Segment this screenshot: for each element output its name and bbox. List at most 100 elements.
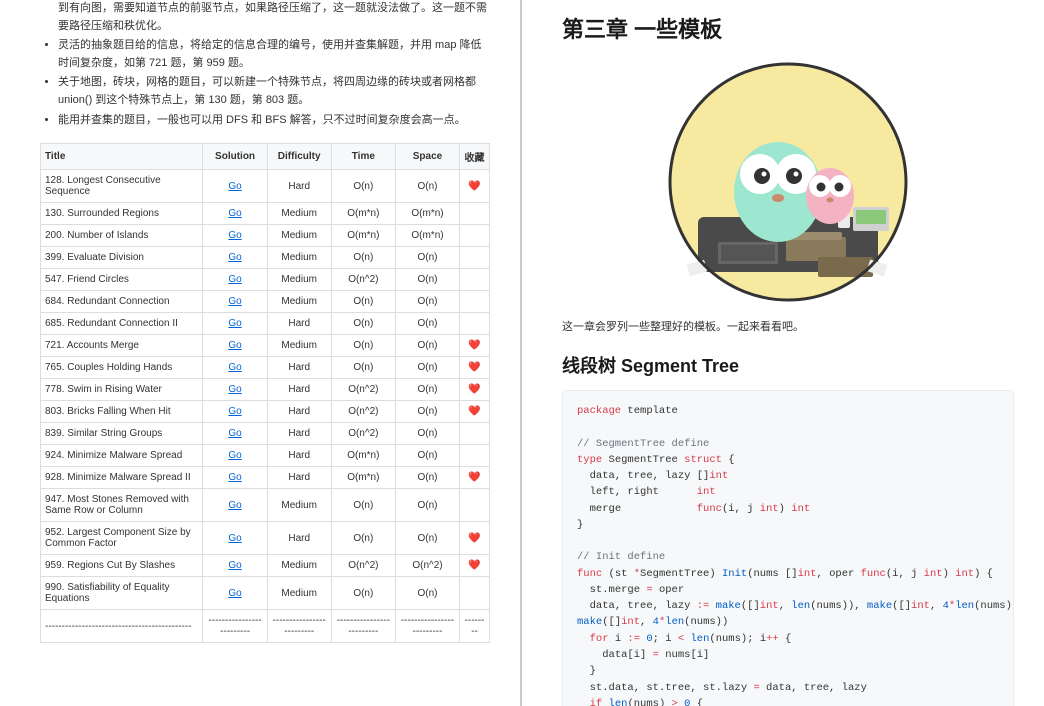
cell-solution: Go bbox=[203, 357, 267, 379]
cell-time: O(m*n) bbox=[331, 467, 395, 489]
cell-difficulty: Hard bbox=[267, 467, 331, 489]
table-row: 952. Largest Component Size by Common Fa… bbox=[41, 522, 490, 555]
go-link[interactable]: Go bbox=[228, 533, 241, 544]
go-link[interactable]: Go bbox=[228, 406, 241, 417]
cell-difficulty: Hard bbox=[267, 379, 331, 401]
cell-space: O(n) bbox=[395, 467, 459, 489]
cell-solution: Go bbox=[203, 379, 267, 401]
go-link[interactable]: Go bbox=[228, 450, 241, 461]
cell-solution: Go bbox=[203, 225, 267, 247]
cell-solution: Go bbox=[203, 335, 267, 357]
table-row: 778. Swim in Rising WaterGoHardO(n^2)O(n… bbox=[41, 379, 490, 401]
cell-difficulty: Medium bbox=[267, 489, 331, 522]
cell-difficulty: Hard bbox=[267, 170, 331, 203]
cell-difficulty: Hard bbox=[267, 522, 331, 555]
th-fav: 收藏 bbox=[460, 144, 490, 170]
cell-title: 778. Swim in Rising Water bbox=[41, 379, 203, 401]
cell-title: 721. Accounts Merge bbox=[41, 335, 203, 357]
cell-solution: Go bbox=[203, 489, 267, 522]
code-block: package template // SegmentTree define t… bbox=[562, 390, 1014, 706]
cell-fav: ❤️ bbox=[460, 555, 490, 577]
go-link[interactable]: Go bbox=[228, 560, 241, 571]
cell-fav: ❤️ bbox=[460, 522, 490, 555]
th-space: Space bbox=[395, 144, 459, 170]
chapter-intro: 这一章会罗列一些整理好的模板。一起来看看吧。 bbox=[562, 318, 1014, 334]
cell-time: O(m*n) bbox=[331, 203, 395, 225]
cell-space: O(n) bbox=[395, 357, 459, 379]
cell-title: 684. Redundant Connection bbox=[41, 291, 203, 313]
go-link[interactable]: Go bbox=[228, 252, 241, 263]
cell-time: O(n) bbox=[331, 522, 395, 555]
table-row: 547. Friend CirclesGoMediumO(n^2)O(n) bbox=[41, 269, 490, 291]
table-row: 928. Minimize Malware Spread II Go HardO(m… bbox=[41, 467, 490, 489]
section-title: 线段树 Segment Tree bbox=[562, 352, 1014, 378]
cell-time: O(n) bbox=[331, 170, 395, 203]
th-difficulty: Difficulty bbox=[267, 144, 331, 170]
table-row: 947. Most Stones Removed with Same Row o… bbox=[41, 489, 490, 522]
cell-difficulty: Medium bbox=[267, 203, 331, 225]
table-row: 959. Regions Cut By SlashesGoMediumO(n^2… bbox=[41, 555, 490, 577]
cell-title: 928. Minimize Malware Spread II bbox=[41, 467, 203, 489]
go-link[interactable]: Go bbox=[228, 296, 241, 307]
cell-fav: ❤️ bbox=[460, 357, 490, 379]
cell-time: O(n) bbox=[331, 313, 395, 335]
cell-space: O(n) bbox=[395, 423, 459, 445]
cell-space: O(n) bbox=[395, 269, 459, 291]
cell-fav bbox=[460, 225, 490, 247]
cell-difficulty: Medium bbox=[267, 225, 331, 247]
cell-title: 200. Number of Islands bbox=[41, 225, 203, 247]
cell-difficulty: Hard bbox=[267, 401, 331, 423]
table-row: 765. Couples Holding HandsGoHardO(n)O(n)… bbox=[41, 357, 490, 379]
go-link[interactable]: Go bbox=[228, 472, 241, 483]
cell-title: 399. Evaluate Division bbox=[41, 247, 203, 269]
cell-difficulty: Hard bbox=[267, 357, 331, 379]
table-row: 990. Satisfiability of Equality Equation… bbox=[41, 577, 490, 610]
cell-space: O(n) bbox=[395, 379, 459, 401]
cell-solution: Go bbox=[203, 313, 267, 335]
cell-title: 839. Similar String Groups bbox=[41, 423, 203, 445]
cell-title: ----------------------------------------… bbox=[41, 610, 203, 643]
go-link[interactable]: Go bbox=[228, 230, 241, 241]
go-link[interactable]: Go bbox=[228, 384, 241, 395]
cell-solution: ------------------------- bbox=[203, 610, 267, 643]
cell-space: O(n) bbox=[395, 489, 459, 522]
go-link[interactable]: Go bbox=[228, 428, 241, 439]
go-link[interactable]: Go bbox=[228, 274, 241, 285]
left-page: 到有向图，需要知道节点的前驱节点，如果路径压缩了，这一题就没法做了。这一题不需要… bbox=[0, 0, 520, 706]
cell-space: O(n) bbox=[395, 522, 459, 555]
cell-solution: Go bbox=[203, 401, 267, 423]
cell-title: 130. Surrounded Regions bbox=[41, 203, 203, 225]
table-header-row: Title Solution Difficulty Time Space 收藏 bbox=[41, 144, 490, 170]
cell-solution: Go bbox=[203, 577, 267, 610]
go-link[interactable]: Go bbox=[228, 181, 241, 192]
go-link[interactable]: Go bbox=[228, 362, 241, 373]
cell-title: 685. Redundant Connection II bbox=[41, 313, 203, 335]
cell-fav bbox=[460, 423, 490, 445]
cell-fav: ❤️ bbox=[460, 467, 490, 489]
cell-space: O(n) bbox=[395, 445, 459, 467]
go-link[interactable]: Go bbox=[228, 500, 241, 511]
cell-space: O(m*n) bbox=[395, 203, 459, 225]
go-link[interactable]: Go bbox=[228, 340, 241, 351]
table-row: 839. Similar String GroupsGoHardO(n^2)O(… bbox=[41, 423, 490, 445]
cell-time: O(n) bbox=[331, 247, 395, 269]
cell-fav bbox=[460, 577, 490, 610]
cell-fav bbox=[460, 445, 490, 467]
cell-time: O(n) bbox=[331, 357, 395, 379]
bullet-list: 灵活的抽象题目给的信息，将给定的信息合理的编号，使用并查集解题，并用 map 降… bbox=[40, 37, 490, 129]
problems-table: Title Solution Difficulty Time Space 收藏 … bbox=[40, 143, 490, 643]
table-footer-row: ------------------------- ---------------… bbox=[41, 610, 490, 643]
cell-space: O(n) bbox=[395, 313, 459, 335]
go-link[interactable]: Go bbox=[228, 588, 241, 599]
cell-solution: Go bbox=[203, 247, 267, 269]
cell-time: ------------------------- bbox=[331, 610, 395, 643]
cell-time: O(n) bbox=[331, 335, 395, 357]
table-row: 684. Redundant ConnectionGoMediumO(n)O(n… bbox=[41, 291, 490, 313]
table-row: 399. Evaluate DivisionGoMediumO(n)O(n) bbox=[41, 247, 490, 269]
cell-solution: Go bbox=[203, 555, 267, 577]
cell-solution: Go bbox=[203, 269, 267, 291]
cell-title: 947. Most Stones Removed with Same Row o… bbox=[41, 489, 203, 522]
go-link[interactable]: Go bbox=[228, 318, 241, 329]
go-link[interactable]: Go bbox=[228, 208, 241, 219]
cell-difficulty: Hard bbox=[267, 313, 331, 335]
